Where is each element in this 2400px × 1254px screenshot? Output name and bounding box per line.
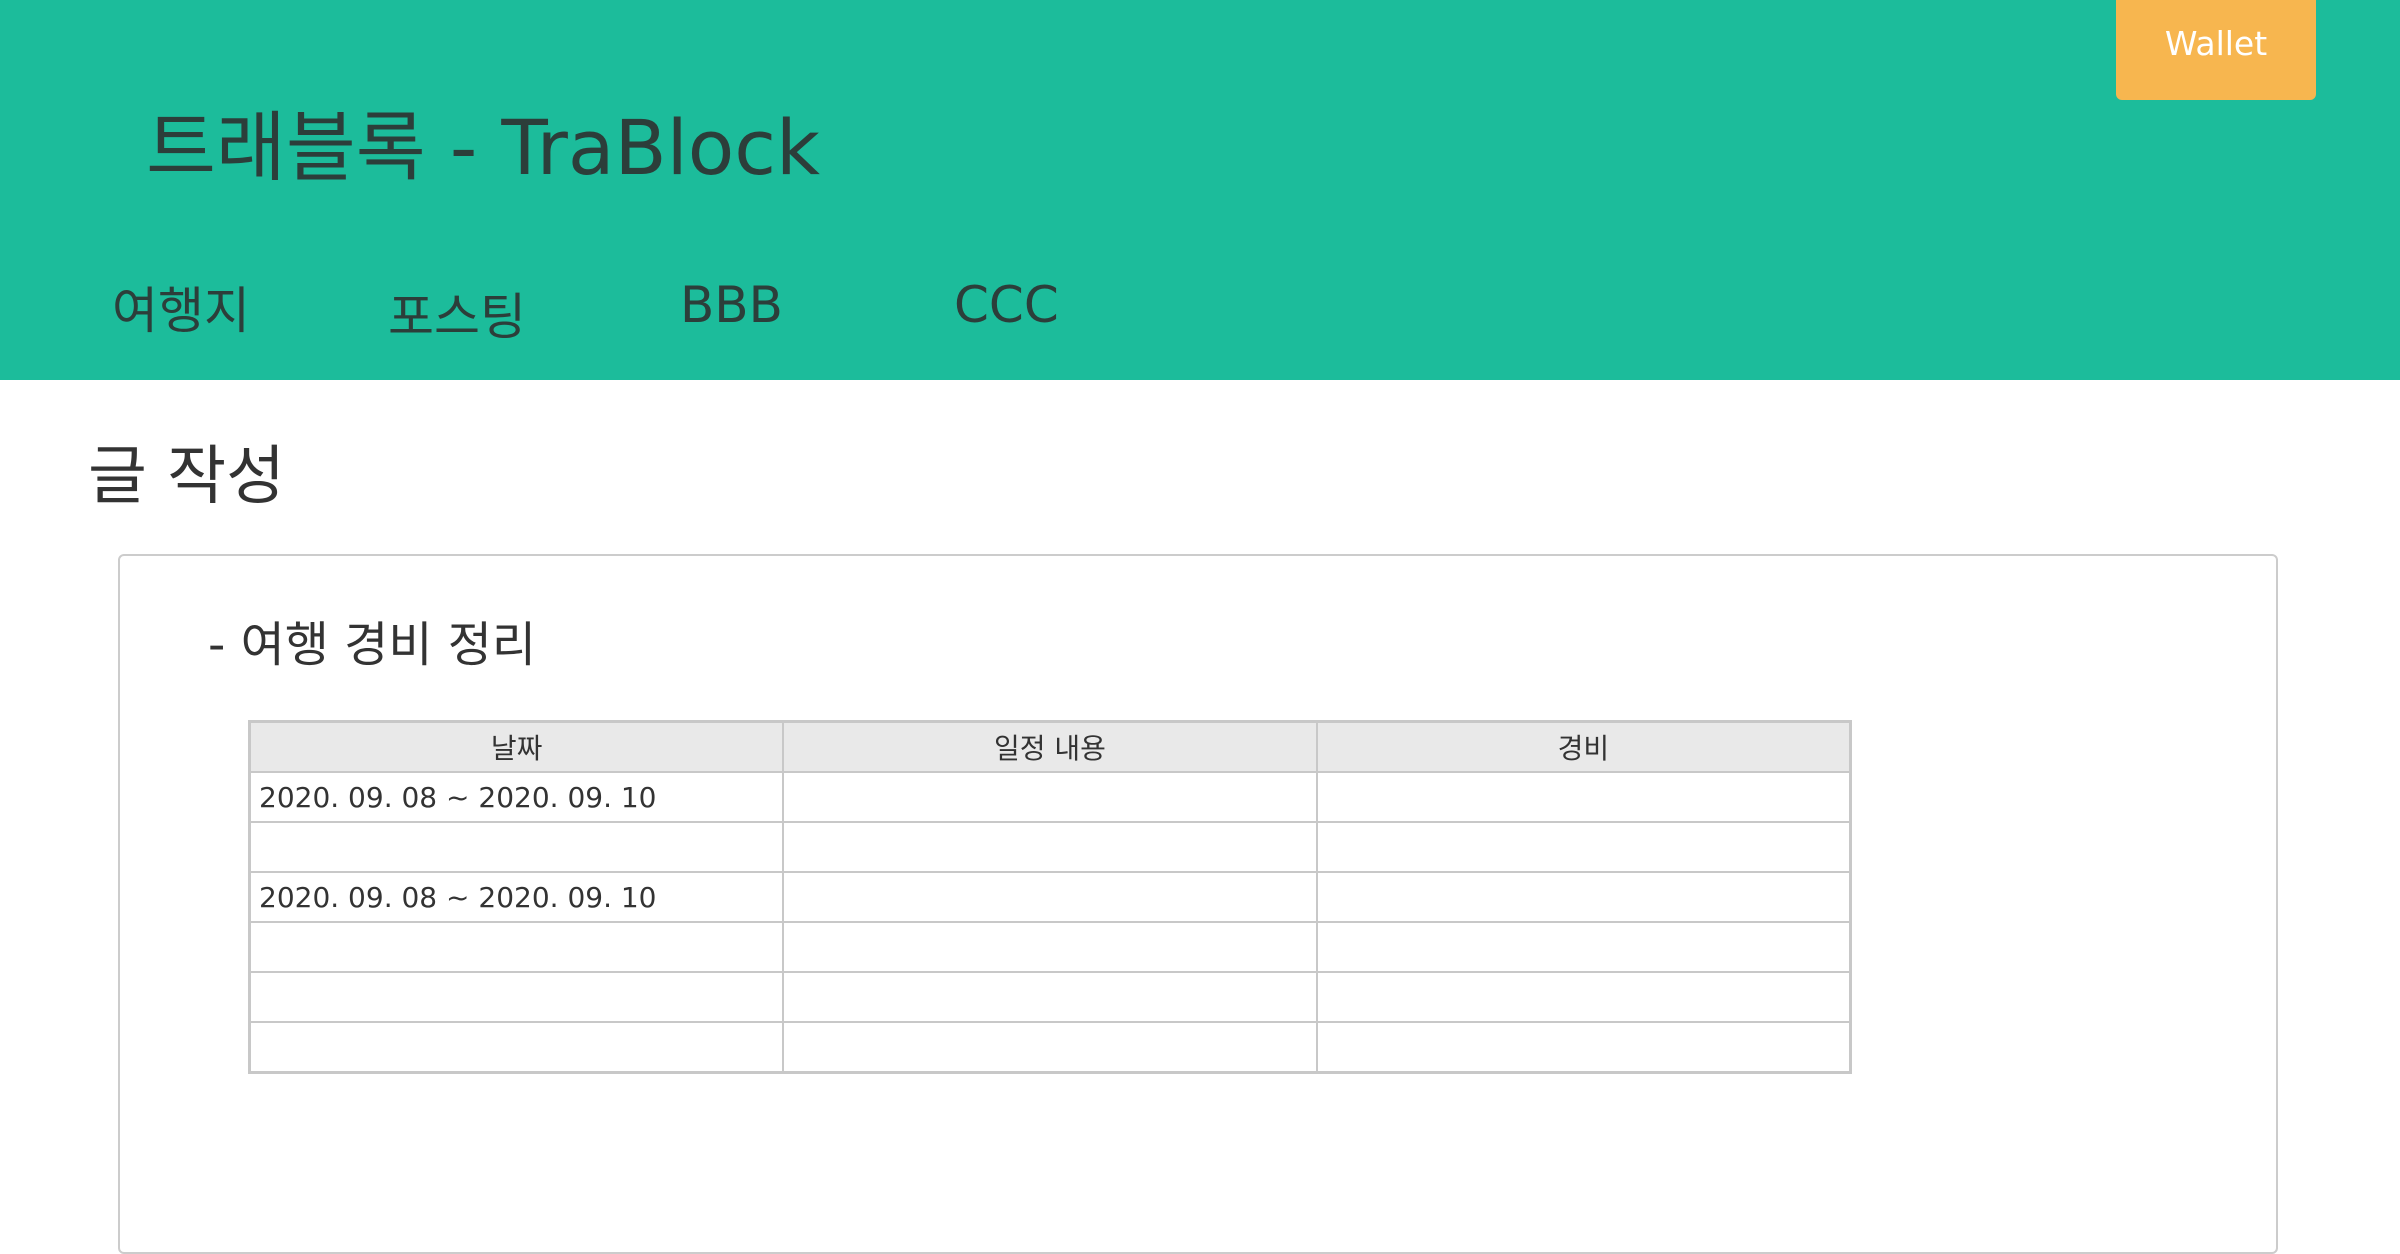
date-cell[interactable]: [248, 921, 785, 973]
expense-cell[interactable]: [1315, 1021, 1852, 1074]
nav-item-destinations[interactable]: 여행지: [112, 276, 250, 346]
column-header-schedule: 일정 내용: [782, 720, 1318, 773]
site-header: 트래블록 - TraBlock Wallet 여행지 포스팅 BBB CCC: [0, 0, 2400, 380]
schedule-cell[interactable]: [782, 921, 1318, 973]
schedule-cell[interactable]: [782, 821, 1318, 873]
expense-table: 날짜 일정 내용 경비 2020. 09. 08 ~ 2020. 09. 10 …: [248, 720, 1852, 1074]
nav-item-posting[interactable]: 포스팅: [388, 282, 526, 352]
schedule-cell[interactable]: [782, 871, 1318, 923]
column-header-expense: 경비: [1315, 720, 1852, 773]
date-cell[interactable]: 2020. 09. 08 ~ 2020. 09. 10: [248, 771, 785, 823]
section-title: - 여행 경비 정리: [208, 617, 537, 673]
date-cell[interactable]: [248, 821, 785, 873]
page-title: 글 작성: [88, 440, 285, 514]
nav-item-ccc[interactable]: CCC: [954, 270, 1059, 340]
table-row: [248, 1021, 1852, 1074]
date-cell[interactable]: [248, 1021, 785, 1074]
nav-item-bbb[interactable]: BBB: [680, 270, 783, 340]
expense-cell[interactable]: [1315, 821, 1852, 873]
table-row: 2020. 09. 08 ~ 2020. 09. 10: [248, 771, 1852, 823]
table-header-row: 날짜 일정 내용 경비: [248, 720, 1852, 773]
schedule-cell[interactable]: [782, 971, 1318, 1023]
column-header-date: 날짜: [248, 720, 785, 773]
schedule-cell[interactable]: [782, 1021, 1318, 1074]
table-row: [248, 971, 1852, 1023]
schedule-cell[interactable]: [782, 771, 1318, 823]
expense-cell[interactable]: [1315, 771, 1852, 823]
date-cell[interactable]: 2020. 09. 08 ~ 2020. 09. 10: [248, 871, 785, 923]
expense-cell[interactable]: [1315, 971, 1852, 1023]
site-title[interactable]: 트래블록 - TraBlock: [146, 98, 820, 198]
wallet-button[interactable]: Wallet: [2116, 0, 2316, 100]
table-row: 2020. 09. 08 ~ 2020. 09. 10: [248, 871, 1852, 923]
table-row: [248, 821, 1852, 873]
expense-cell[interactable]: [1315, 871, 1852, 923]
expense-cell[interactable]: [1315, 921, 1852, 973]
table-row: [248, 921, 1852, 973]
date-cell[interactable]: [248, 971, 785, 1023]
